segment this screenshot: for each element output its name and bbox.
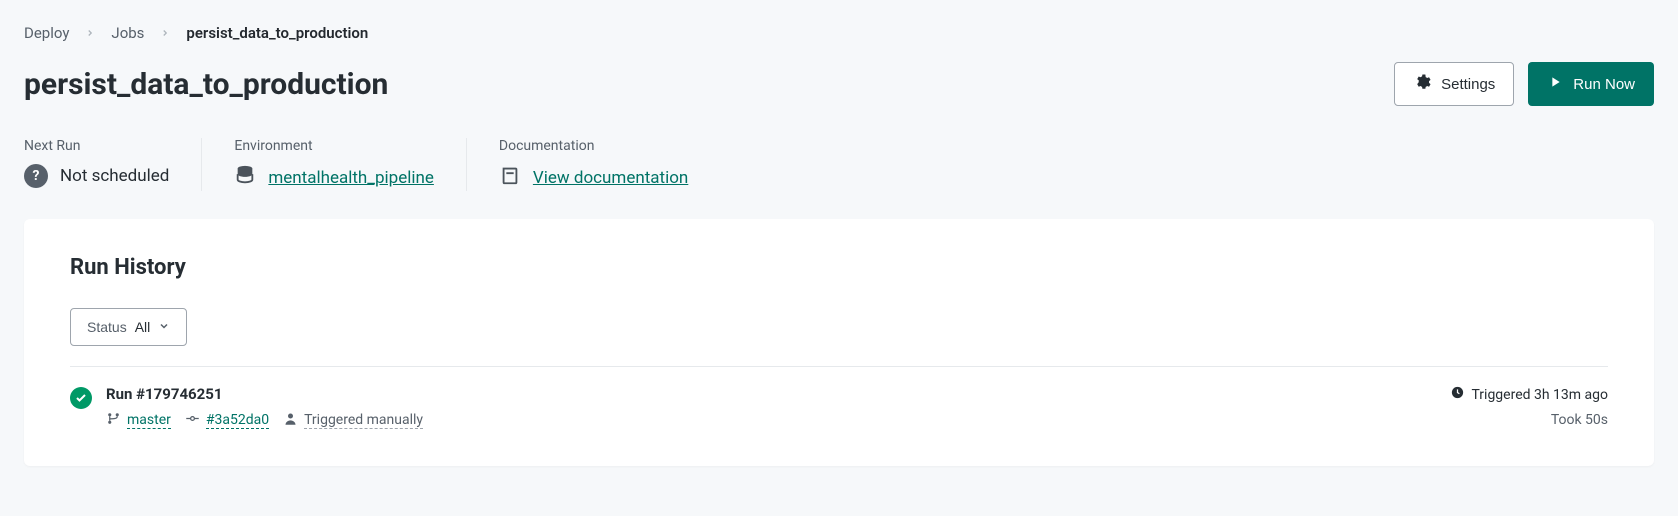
- page-title: persist_data_to_production: [24, 67, 388, 102]
- book-icon: [499, 164, 521, 191]
- settings-button[interactable]: Settings: [1394, 62, 1514, 106]
- play-icon: [1547, 74, 1563, 94]
- status-filter-button[interactable]: Status All: [70, 308, 187, 346]
- breadcrumb-deploy[interactable]: Deploy: [24, 24, 69, 42]
- page-header: persist_data_to_production Settings Run …: [24, 62, 1654, 106]
- environment-info: Environment mentalhealth_pipeline: [234, 138, 467, 191]
- documentation-label: Documentation: [499, 138, 688, 154]
- chevron-right-icon: [85, 24, 95, 42]
- success-icon: [70, 387, 92, 409]
- documentation-link[interactable]: View documentation: [533, 168, 688, 188]
- environment-link[interactable]: mentalhealth_pipeline: [268, 168, 434, 188]
- trigger-text: Triggered manually: [304, 412, 423, 429]
- git-branch-icon: [106, 411, 121, 430]
- chevron-down-icon: [158, 319, 170, 335]
- clock-icon: [1450, 385, 1465, 404]
- commit-link[interactable]: #3a52da0: [206, 412, 269, 429]
- triggered-time: Triggered 3h 13m ago: [1471, 387, 1608, 403]
- user-icon: [283, 411, 298, 430]
- breadcrumb-current: persist_data_to_production: [186, 24, 368, 42]
- gear-icon: [1413, 73, 1431, 95]
- settings-label: Settings: [1441, 76, 1495, 93]
- duration-text: Took 50s: [1450, 412, 1608, 428]
- filter-value: All: [135, 319, 151, 335]
- divider: [70, 366, 1608, 367]
- run-history-card: Run History Status All Run #179746251 ma…: [24, 219, 1654, 466]
- next-run-label: Next Run: [24, 138, 169, 154]
- run-now-label: Run Now: [1573, 76, 1635, 93]
- branch-link[interactable]: master: [127, 412, 171, 429]
- environment-label: Environment: [234, 138, 434, 154]
- breadcrumb-jobs[interactable]: Jobs: [111, 24, 144, 42]
- database-icon: [234, 164, 256, 191]
- run-now-button[interactable]: Run Now: [1528, 62, 1654, 106]
- breadcrumb: Deploy Jobs persist_data_to_production: [24, 24, 1654, 42]
- filter-label: Status: [87, 319, 127, 335]
- chevron-right-icon: [160, 24, 170, 42]
- run-history-title: Run History: [70, 255, 1608, 280]
- next-run-value: Not scheduled: [60, 166, 169, 186]
- next-run-info: Next Run ? Not scheduled: [24, 138, 202, 191]
- documentation-info: Documentation View documentation: [499, 138, 720, 191]
- run-title: Run #179746251: [106, 385, 423, 403]
- header-actions: Settings Run Now: [1394, 62, 1654, 106]
- question-icon: ?: [24, 164, 48, 188]
- git-commit-icon: [185, 411, 200, 430]
- run-row[interactable]: Run #179746251 master #3a52da0: [70, 385, 1608, 430]
- info-row: Next Run ? Not scheduled Environment men…: [24, 138, 1654, 191]
